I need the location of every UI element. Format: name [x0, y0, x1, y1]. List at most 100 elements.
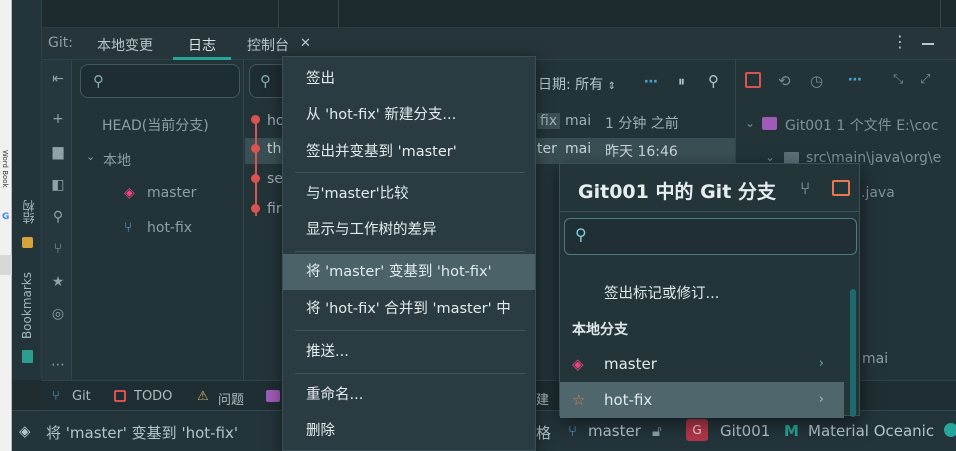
tag-icon: ◈ — [572, 355, 584, 373]
terminal-icon — [266, 390, 280, 402]
tree-local[interactable]: 本地 — [103, 150, 131, 170]
bookmarks-label: Bookmarks — [20, 272, 34, 340]
menu-item-compare[interactable]: 与'master'比较 — [283, 176, 535, 212]
editor-top-area — [42, 0, 956, 28]
menu-item-checkout-rebase[interactable]: 签出并变基到 'master' — [283, 134, 535, 170]
branch-row-hot-fix[interactable]: ☆ hot-fix › — [560, 382, 844, 418]
tool-tab-partial[interactable]: 建 — [536, 389, 549, 408]
more-filters-icon[interactable]: ⋯ — [644, 74, 658, 90]
chevron-down-icon[interactable]: ⌄ — [765, 150, 775, 164]
menu-item-push[interactable]: 推送... — [283, 334, 535, 370]
chevron-right-icon: › — [818, 356, 824, 371]
bookmarks-tool-button[interactable]: Bookmarks — [20, 272, 34, 339]
branch-row-master[interactable]: ◈ master › — [560, 346, 844, 382]
tool-tab-git[interactable]: Git — [72, 389, 91, 404]
date-filter-dropdown[interactable]: 日期: 所有 ⇕ — [538, 74, 616, 94]
more-options-icon[interactable]: ⋮ — [892, 32, 908, 51]
local-branches-header: 本地分支 — [572, 322, 628, 338]
favorite-star-icon[interactable]: ★ — [51, 275, 65, 289]
tab-local-changes[interactable]: 本地变更 — [97, 35, 153, 55]
revert-icon[interactable]: ⟲ — [778, 72, 791, 90]
menu-separator — [295, 172, 525, 173]
diff-icon[interactable] — [745, 72, 761, 88]
menu-item-rename[interactable]: 重命名... — [283, 377, 535, 413]
lock-icon[interactable]: 🔓︎ — [652, 422, 662, 440]
branch-icon[interactable]: ⑂ — [51, 242, 65, 256]
module-folder-icon — [762, 117, 777, 130]
more-icon[interactable]: ⋯ — [848, 72, 862, 88]
delete-icon[interactable]: ▆ — [51, 145, 65, 159]
menu-item-merge[interactable]: 将 'hot-fix' 合并到 'master' 中 — [283, 291, 535, 327]
pause-icon[interactable]: ⏸ — [678, 74, 685, 90]
structure-tool-button[interactable]: 结构 — [20, 200, 37, 224]
minimize-icon[interactable] — [922, 43, 934, 45]
popup-title: Git001 中的 Git 分支 — [578, 181, 776, 203]
close-icon[interactable]: ✕ — [300, 36, 311, 51]
branch-settings-icon[interactable]: ⑂ — [800, 179, 810, 199]
commit-author: mai — [565, 141, 592, 157]
status-branch[interactable]: master — [588, 422, 641, 440]
menu-item-rebase[interactable]: 将 'master' 变基到 'hot-fix' — [283, 254, 535, 290]
cutoff-item: … — [604, 252, 616, 260]
bookmark-icon — [22, 350, 33, 363]
branch-context-menu: 签出 从 'hot-fix' 新建分支... 签出并变基到 'master' 与… — [282, 56, 536, 451]
tool-tab-todo[interactable]: TODO — [134, 389, 172, 404]
tree-log-divider — [243, 60, 244, 380]
git-branch-icon: ⑂ — [52, 389, 60, 404]
tree-branch-hot-fix[interactable]: hot-fix — [147, 220, 192, 236]
chevron-down-icon[interactable]: ⌄ — [745, 116, 755, 130]
menu-item-checkout[interactable]: 签出 — [283, 61, 535, 97]
maximize-icon[interactable] — [832, 180, 850, 196]
collapse-panel-icon[interactable]: ⇤ — [51, 72, 65, 86]
search-icon: ⚲ — [575, 225, 587, 244]
git-branches-popup: Git001 中的 Git 分支 ⑂ ⚲ … 签出标记或修订... 本地分支 ◈… — [559, 163, 860, 418]
tool-tab-problems[interactable]: 问题 — [218, 389, 244, 408]
checkout-tag-item[interactable]: 签出标记或修订... — [604, 282, 719, 303]
history-icon[interactable]: ◷ — [810, 72, 823, 90]
status-encoding[interactable]: 格 — [536, 422, 551, 443]
status-project[interactable]: Git001 — [720, 422, 770, 440]
tab-log[interactable]: 日志 — [188, 35, 216, 55]
tree-head[interactable]: HEAD(当前分支) — [102, 115, 209, 135]
search-icon[interactable]: ⚲ — [708, 72, 719, 90]
expand-icon[interactable]: ⤡ — [893, 72, 903, 87]
tree-branch-master[interactable]: master — [147, 185, 196, 201]
external-window-edge: Word Book G — [0, 0, 12, 451]
layers-icon[interactable]: ◈ — [19, 422, 31, 440]
branch-search-input[interactable]: ⚲ — [80, 64, 240, 98]
add-icon[interactable]: + — [51, 112, 65, 126]
chevron-down-icon[interactable]: ⌄ — [86, 150, 95, 163]
log-row[interactable]: fir — [245, 198, 285, 224]
menu-item-delete[interactable]: 删除 — [283, 413, 535, 449]
compare-icon[interactable]: ◧ — [51, 178, 65, 192]
menu-separator — [295, 251, 525, 252]
menu-item-show-diff[interactable]: 显示与工作树的差异 — [283, 212, 535, 248]
pane-divider — [278, 0, 279, 28]
chevron-right-icon: › — [818, 392, 824, 407]
pane-divider — [940, 0, 941, 28]
popup-scrollbar[interactable] — [850, 289, 856, 417]
google-icon: G — [2, 212, 10, 222]
more-icon[interactable]: ⋯ — [51, 358, 65, 372]
search-icon[interactable]: ⚲ — [51, 210, 65, 224]
log-row[interactable]: se — [245, 168, 285, 194]
branch-filter-input[interactable]: ⚲ — [564, 218, 857, 255]
material-theme-icon: M — [784, 422, 799, 440]
date-filter-label: 日期: 所有 — [538, 77, 604, 93]
search-icon: ⚲ — [260, 72, 271, 90]
tab-console[interactable]: 控制台 — [247, 35, 289, 55]
target-icon[interactable]: ◎ — [51, 307, 65, 321]
left-tool-window-bar: 结构 Bookmarks — [12, 0, 42, 380]
status-theme[interactable]: Material Oceanic — [808, 422, 934, 440]
branch-name: hot-fix — [604, 391, 653, 409]
structure-label: 结构 — [22, 200, 36, 224]
dropdown-arrow-icon: ⇕ — [607, 81, 617, 92]
menu-item-new-branch[interactable]: 从 'hot-fix' 新建分支... — [283, 97, 535, 133]
commit-graph-line — [255, 120, 257, 216]
details-file[interactable]: .java — [861, 185, 895, 201]
tag-icon: ◈ — [124, 185, 135, 201]
word-book-label: Word Book — [1, 150, 9, 188]
branch-name: master — [604, 355, 657, 373]
commit-author: mai — [565, 113, 592, 129]
collapse-icon[interactable]: ⤢ — [920, 72, 930, 87]
